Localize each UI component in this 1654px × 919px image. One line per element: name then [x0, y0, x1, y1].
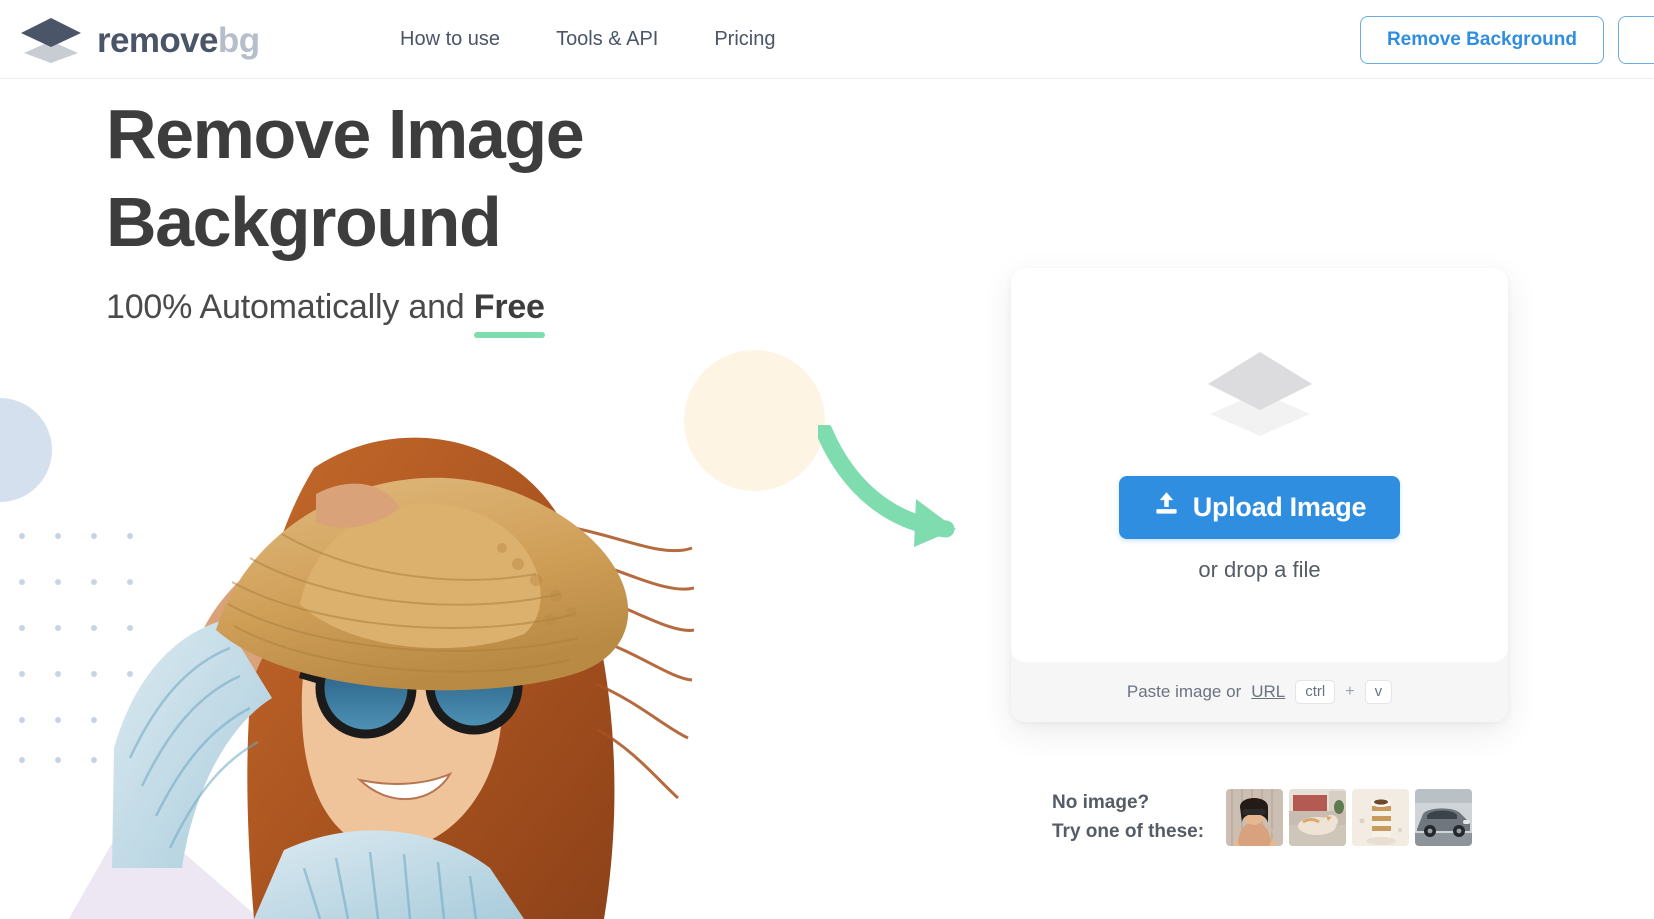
page-root: removebg How to use Tools & API Pricing …	[0, 0, 1654, 919]
hero-photo	[104, 398, 694, 919]
green-curved-arrow-icon	[818, 425, 956, 547]
site-header: removebg How to use Tools & API Pricing …	[0, 0, 1654, 79]
logo-word-secondary: bg	[217, 20, 260, 60]
page-title: Remove Image Background	[106, 95, 585, 262]
upload-card: Upload Image or drop a file Paste image …	[1011, 268, 1508, 722]
sample-thumbnails	[1226, 789, 1473, 846]
drop-a-file-caption: or drop a file	[1198, 556, 1321, 582]
layers-icon	[18, 16, 84, 64]
sample-images-section: No image? Try one of these:	[1052, 789, 1473, 846]
hero-subtitle-prefix: 100% Automatically and	[106, 288, 474, 327]
sample-thumb-cat[interactable]	[1289, 789, 1347, 846]
hero-subtitle: 100% Automatically and Free	[106, 288, 806, 339]
paste-url-link[interactable]: URL	[1251, 682, 1285, 702]
sample-thumb-car[interactable]	[1415, 789, 1473, 846]
key-plus-separator: +	[1345, 683, 1355, 700]
sample-images-label: No image? Try one of these:	[1052, 792, 1205, 842]
hero-subtitle-highlight: Free	[473, 288, 545, 339]
paste-hint-row: Paste image or URL ctrl + v	[1011, 662, 1508, 722]
sample-thumb-woman[interactable]	[1226, 789, 1284, 846]
upload-image-button[interactable]: Upload Image	[1118, 475, 1401, 539]
blue-quarter-circle-decoration	[0, 398, 52, 502]
upload-icon	[1153, 490, 1180, 524]
layers-icon	[1202, 348, 1318, 440]
logo-wordmark: removebg	[97, 20, 260, 60]
paste-hint-text: Paste image or	[1126, 682, 1242, 701]
cream-circle-decoration	[684, 350, 825, 491]
green-underline-decoration	[473, 332, 545, 339]
nav-tools-api[interactable]: Tools & API	[556, 28, 658, 51]
key-chip-v[interactable]: v	[1364, 680, 1393, 704]
sample-thumb-dessert[interactable]	[1352, 789, 1410, 846]
hero-subtitle-strong-text: Free	[473, 288, 545, 327]
key-chip-ctrl[interactable]: ctrl	[1295, 680, 1336, 704]
main-nav: How to use Tools & API Pricing	[400, 0, 775, 79]
upload-image-label: Upload Image	[1192, 491, 1367, 522]
secondary-header-button-partial[interactable]	[1618, 15, 1654, 64]
nav-pricing[interactable]: Pricing	[714, 28, 775, 51]
hero-text-block: Remove Image Background 100% Automatical…	[106, 90, 806, 339]
nav-how-to-use[interactable]: How to use	[400, 28, 500, 51]
remove-background-button[interactable]: Remove Background	[1359, 15, 1604, 64]
logo-word-primary: remove	[97, 20, 219, 60]
header-actions: Remove Background	[1359, 0, 1654, 79]
dropzone[interactable]: Upload Image or drop a file	[1011, 268, 1508, 662]
logo[interactable]: removebg	[18, 14, 260, 66]
